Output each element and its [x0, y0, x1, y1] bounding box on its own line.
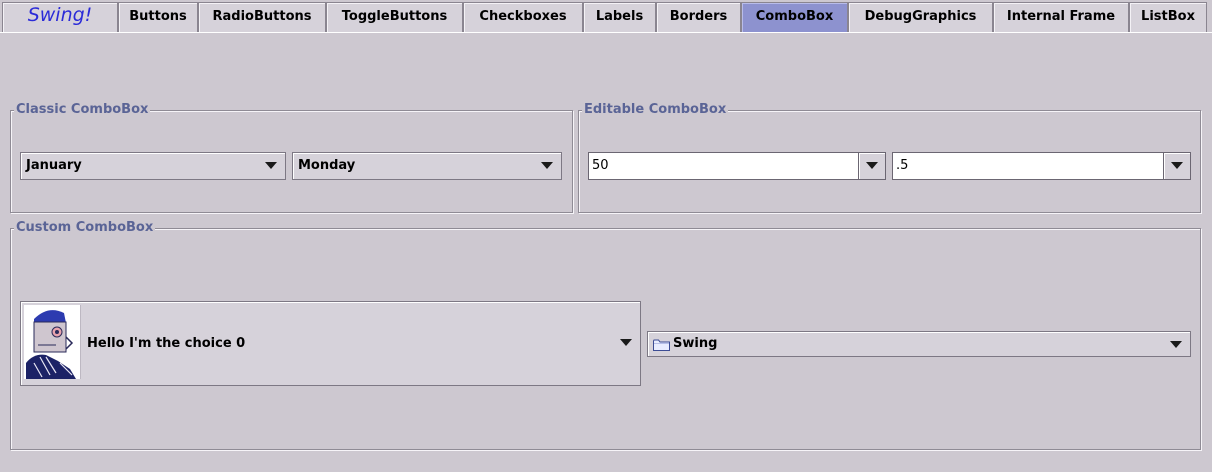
tab-label: ListBox — [1141, 9, 1195, 24]
tab-combobox[interactable]: ComboBox — [741, 2, 848, 32]
chevron-down-icon — [1171, 162, 1183, 169]
editable-combobox-second[interactable]: .5 — [892, 152, 1191, 180]
tab-checkboxes[interactable]: Checkboxes — [463, 2, 583, 32]
month-combobox[interactable]: January — [20, 152, 286, 180]
classic-combobox-title: Classic ComboBox — [14, 102, 151, 118]
folder-icon — [653, 339, 670, 355]
tab-labels[interactable]: Labels — [583, 2, 656, 32]
tab-label: Checkboxes — [479, 9, 567, 24]
day-combobox[interactable]: Monday — [292, 152, 562, 180]
editable-combobox-second-arrow-button[interactable] — [1163, 153, 1190, 179]
tab-label: ComboBox — [755, 9, 834, 24]
tab-label: DebugGraphics — [864, 9, 977, 24]
tab-buttons[interactable]: Buttons — [118, 2, 198, 32]
day-combobox-value: Monday — [298, 158, 356, 173]
chevron-down-icon — [620, 339, 632, 346]
tab-label: ToggleButtons — [341, 9, 448, 24]
folder-combobox[interactable]: Swing — [647, 331, 1191, 357]
tab-debuggraphics[interactable]: DebugGraphics — [848, 2, 993, 32]
avatar-combobox[interactable]: Hello I'm the choice 0 — [20, 301, 641, 386]
tab-label: Borders — [669, 9, 728, 24]
editable-combobox-first-arrow-button[interactable] — [858, 153, 885, 179]
robot-avatar-icon — [24, 305, 81, 379]
tab-label: RadioButtons — [212, 9, 312, 24]
tab-label: Internal Frame — [1006, 9, 1116, 24]
chevron-down-icon — [866, 162, 878, 169]
tab-divider — [0, 32, 1212, 33]
avatar-combobox-value: Hello I'm the choice 0 — [87, 336, 246, 351]
custom-combobox-panel: Custom ComboBox Hello I'm the choice 0 S… — [10, 220, 1201, 450]
editable-combobox-title: Editable ComboBox — [582, 102, 729, 118]
classic-combobox-panel: Classic ComboBox January Monday — [10, 102, 573, 213]
tab-label: Swing! — [27, 4, 93, 26]
tab-listbox[interactable]: ListBox — [1129, 2, 1207, 32]
editable-combobox-panel: Editable ComboBox 50 .5 — [578, 102, 1201, 213]
editable-combobox-second-value[interactable]: .5 — [896, 153, 908, 178]
tab-internal-frame[interactable]: Internal Frame — [993, 2, 1129, 32]
tab-label: Buttons — [129, 9, 187, 24]
editable-combobox-first[interactable]: 50 — [588, 152, 886, 180]
month-combobox-value: January — [26, 158, 82, 173]
chevron-down-icon — [541, 162, 553, 169]
tab-radiobuttons[interactable]: RadioButtons — [198, 2, 326, 32]
tab-swing[interactable]: Swing! — [2, 2, 118, 32]
tab-togglebuttons[interactable]: ToggleButtons — [326, 2, 463, 32]
custom-combobox-title: Custom ComboBox — [14, 220, 156, 236]
tab-bar: Swing! Buttons RadioButtons ToggleButton… — [0, 0, 1212, 33]
tab-borders[interactable]: Borders — [656, 2, 741, 32]
folder-combobox-value: Swing — [673, 336, 718, 351]
chevron-down-icon — [265, 162, 277, 169]
chevron-down-icon — [1170, 341, 1182, 348]
editable-combobox-first-value[interactable]: 50 — [592, 153, 609, 178]
tab-label: Labels — [595, 9, 644, 24]
